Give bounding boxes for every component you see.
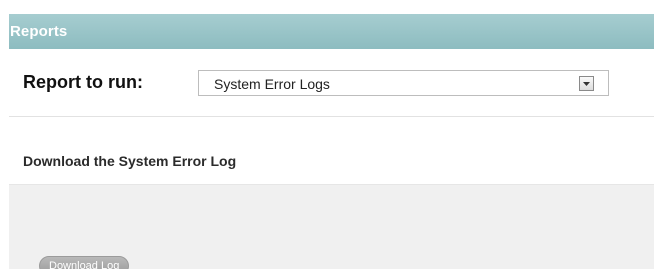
report-select[interactable]: System Error Logs: [198, 70, 609, 96]
chevron-down-icon: [583, 82, 590, 86]
reports-header-bar: Reports: [9, 14, 654, 49]
divider: [9, 116, 654, 117]
report-to-run-label: Report to run:: [23, 72, 143, 92]
section-title: Download the System Error Log: [23, 153, 237, 169]
download-log-button[interactable]: Download Log: [39, 256, 130, 269]
page-title: Reports: [10, 23, 68, 40]
report-select-dropdown-button[interactable]: [579, 76, 594, 91]
report-select-value: System Error Logs: [214, 76, 330, 92]
reports-page: Reports Report to run: System Error Logs…: [0, 0, 654, 269]
